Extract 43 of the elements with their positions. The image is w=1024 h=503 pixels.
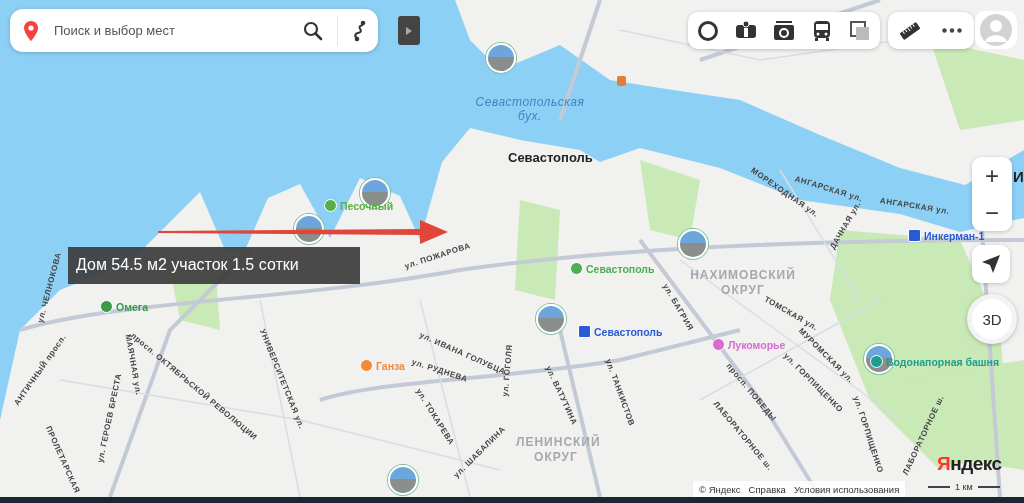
photo-placeholder[interactable] [388,465,418,495]
station-label[interactable]: Севастополь [594,325,663,338]
scale-label: 1 км [955,482,973,492]
camera-icon [773,19,795,42]
place-label[interactable]: Лукоморье [728,338,786,351]
district-label: НАХИМОВСКИЙ ОКРУГ [689,268,796,297]
location-arrow-icon [982,255,1000,273]
more-icon [942,28,962,33]
city-label: Севастополь [508,150,593,165]
parking-icon [617,76,626,86]
photo-placeholder[interactable] [678,229,708,259]
annotation-label: Дом 54.5 м2 участок 1.5 сотки [68,247,360,284]
street-label: ул. ГЕРОЕВ БРЕСТА [95,372,124,464]
circle-button[interactable] [696,18,720,43]
yandex-logo: Яндекс [937,453,1002,474]
photo-placeholder[interactable] [536,304,566,334]
city-label: И [1013,168,1024,185]
zoom-out-button[interactable]: − [972,194,1012,231]
play-icon [406,26,412,35]
layers-button[interactable] [848,18,872,43]
map-pin-icon [24,20,38,41]
station-icon[interactable] [908,229,921,242]
layers-icon [849,19,871,42]
photo-placeholder[interactable] [486,43,516,73]
water-label: Севастопольская бух. [474,95,586,123]
location-button[interactable] [972,245,1010,283]
avatar-icon [980,14,1012,46]
collapse-button[interactable] [398,16,420,45]
place-label[interactable]: Омега [116,300,148,313]
scale-bar [977,486,1000,488]
footer-link[interactable]: Условия использования [793,483,900,495]
route-icon[interactable] [352,19,368,42]
zoom-in-button[interactable]: + [972,157,1012,194]
bus-icon [811,19,833,42]
circle-icon [697,19,719,42]
copyright-text: © Яндекс [699,483,741,495]
search-field[interactable]: Поиск и выбор мест [48,23,293,38]
station-icon[interactable] [578,325,591,338]
footer-link[interactable]: Справка [748,483,786,495]
search-icon[interactable] [303,20,323,41]
camera-button[interactable] [772,18,796,43]
scale-bar [928,486,950,488]
station-label[interactable]: Инкерман-1 [924,229,985,242]
